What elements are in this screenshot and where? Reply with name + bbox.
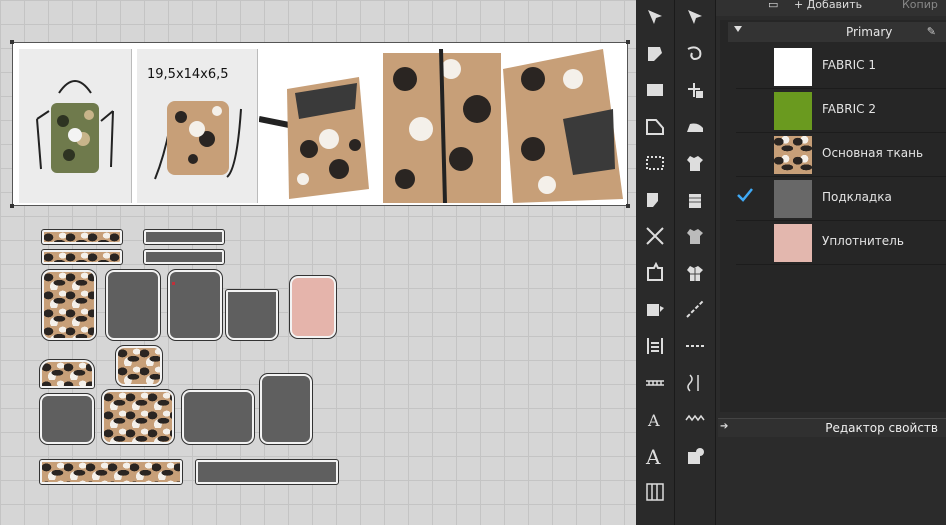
polygon-icon[interactable] — [640, 112, 670, 142]
ruler-icon[interactable] — [640, 331, 670, 361]
fabric-swatch[interactable] — [774, 224, 812, 262]
fabric-name: FABRIC 2 — [822, 102, 876, 116]
bag-front-photo — [19, 49, 132, 203]
bag-side-photo — [381, 49, 504, 203]
fabric-list: Primary ✎ FABRIC 1 FABRIC 2 Основная ткань… — [720, 20, 946, 412]
property-editor-label: Редактор свойств — [825, 421, 938, 435]
pattern-piece-strap[interactable] — [41, 249, 123, 265]
fabric-name: Основная ткань — [822, 146, 924, 160]
bag-open-photo — [259, 49, 382, 203]
fabric-swatch[interactable] — [774, 180, 812, 218]
fabric-row[interactable]: FABRIC 1 — [736, 44, 946, 89]
cut-shape-icon[interactable] — [640, 185, 670, 215]
grid-icon[interactable] — [640, 477, 670, 507]
selection-handle[interactable] — [626, 204, 630, 208]
pattern-icon[interactable] — [680, 221, 710, 251]
property-editor-header[interactable]: ➔ Редактор свойств — [718, 418, 946, 437]
plaid-icon[interactable] — [680, 258, 710, 288]
reference-image-board[interactable]: 19,5x14x6,5 — [10, 40, 630, 208]
pattern-piece-interfacing[interactable] — [289, 275, 337, 339]
dotted-rect-icon[interactable] — [640, 148, 670, 178]
tshirt-icon[interactable] — [680, 148, 710, 178]
select-icon[interactable] — [640, 2, 670, 32]
fabric-name: Подкладка — [822, 190, 892, 204]
collapse-caret-icon[interactable] — [734, 26, 742, 32]
bag-pocket-photo — [503, 49, 623, 203]
pattern-piece-pocket[interactable] — [225, 289, 279, 341]
selection-handle[interactable] — [10, 204, 14, 208]
selected-check-icon — [736, 186, 754, 204]
cross-tool-icon[interactable] — [640, 221, 670, 251]
fabric-row[interactable]: Уплотнитель — [736, 220, 946, 265]
copy-button[interactable]: Копир — [902, 0, 938, 11]
fabric-swatch[interactable] — [774, 136, 812, 174]
fabric-row[interactable]: Подкладка — [736, 176, 946, 221]
text-large-icon[interactable]: A — [640, 440, 670, 470]
fabric-row[interactable]: FABRIC 2 — [736, 88, 946, 133]
pointer-icon[interactable] — [680, 2, 710, 32]
add-piece-icon[interactable] — [680, 440, 710, 470]
pattern-piece-lining[interactable] — [167, 269, 223, 341]
pattern-piece-strap[interactable] — [41, 229, 123, 245]
fabric-group-header[interactable]: Primary ✎ — [728, 22, 946, 42]
selection-handle[interactable] — [626, 40, 630, 44]
fabric-name: Уплотнитель — [822, 234, 904, 248]
pattern-piece-flap[interactable] — [115, 345, 163, 387]
rectangle-icon[interactable] — [640, 75, 670, 105]
pattern-piece-front[interactable] — [41, 269, 97, 341]
add-button[interactable]: + Добавить — [794, 0, 862, 11]
line-icon[interactable] — [680, 294, 710, 324]
pattern-piece-strap[interactable] — [143, 249, 225, 265]
fabric-swatch[interactable] — [774, 48, 812, 86]
pattern-piece-side-strip[interactable] — [195, 459, 339, 485]
svg-text:A: A — [647, 411, 660, 430]
fabric-name: FABRIC 1 — [822, 58, 876, 72]
measure-icon[interactable] — [640, 367, 670, 397]
bag-dimensions-photo: 19,5x14x6,5 — [137, 49, 258, 203]
zigzag-icon[interactable] — [680, 404, 710, 434]
fold-icon[interactable] — [640, 39, 670, 69]
pattern-piece-back[interactable] — [101, 389, 175, 445]
tool-columns: AA — [636, 0, 716, 525]
pattern-piece-flap[interactable] — [39, 359, 95, 389]
dart-icon[interactable] — [640, 258, 670, 288]
stitch-icon[interactable] — [680, 367, 710, 397]
knit-icon[interactable] — [680, 185, 710, 215]
edit-pencil-icon[interactable]: ✎ — [927, 25, 936, 38]
selection-handle[interactable] — [10, 40, 14, 44]
pattern-canvas[interactable]: 19,5x14x6,5 — [0, 0, 636, 525]
pattern-piece-lining[interactable] — [259, 373, 313, 445]
seam-icon[interactable] — [640, 294, 670, 324]
object-browser-panel: ▭ + Добавить Копир Primary ✎ FABRIC 1 FAB… — [716, 0, 946, 525]
pattern-piece-side-strip[interactable] — [39, 459, 183, 485]
fabric-row[interactable]: Основная ткань — [736, 132, 946, 177]
iron-icon[interactable] — [680, 112, 710, 142]
panel-toolbar: ▭ + Добавить Копир — [716, 0, 946, 16]
expand-arrow-icon[interactable]: ➔ — [720, 421, 728, 432]
pin-icon[interactable] — [680, 75, 710, 105]
pattern-piece-lining[interactable] — [105, 269, 161, 341]
pattern-piece-gusset[interactable] — [181, 389, 255, 445]
fabric-group-label: Primary — [846, 25, 893, 39]
spiral-icon[interactable] — [680, 39, 710, 69]
dashed-line-icon[interactable] — [680, 331, 710, 361]
pattern-piece-strap[interactable] — [143, 229, 225, 245]
add-fabric-icon[interactable]: ▭ — [768, 0, 778, 11]
text-small-icon[interactable]: A — [640, 404, 670, 434]
pattern-piece-lining[interactable] — [39, 393, 95, 445]
svg-text:A: A — [645, 445, 661, 466]
fabric-swatch[interactable] — [774, 92, 812, 130]
